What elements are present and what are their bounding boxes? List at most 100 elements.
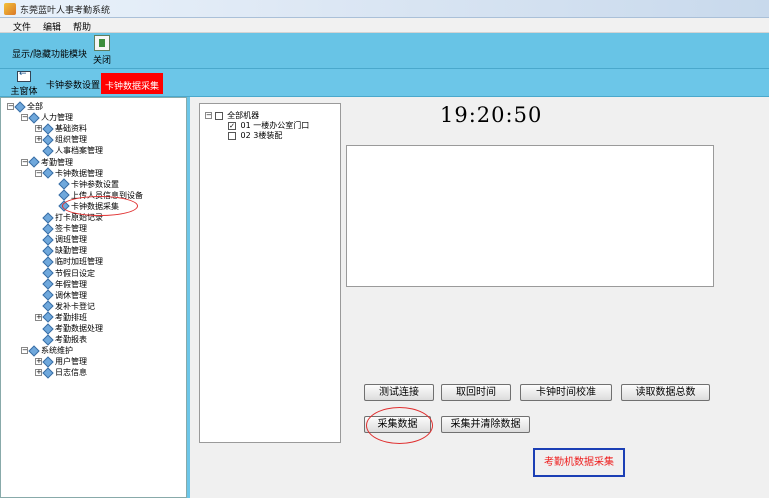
tree-item-label: 日志信息 xyxy=(55,368,87,378)
tree-item[interactable]: + 组织管理 xyxy=(35,134,87,146)
tree-item[interactable]: 签卡管理 xyxy=(35,222,87,235)
tree-item-label: 卡钟参数设置 xyxy=(71,179,119,189)
tree-item[interactable]: − 卡钟数据管理 xyxy=(35,167,103,179)
tree-node-icon xyxy=(42,211,54,224)
tree-item[interactable]: − 考勤管理 xyxy=(21,156,73,168)
tree-item-label: 缺勤管理 xyxy=(55,246,87,256)
close-button[interactable]: 关闭 xyxy=(91,35,113,67)
tree-node-icon xyxy=(42,123,54,135)
tree-item-label: 发补卡登记 xyxy=(55,301,95,311)
tree-item[interactable]: 节假日设定 xyxy=(35,267,95,279)
tree-item-label: 用户管理 xyxy=(55,357,87,367)
menu-file[interactable]: 文件 xyxy=(13,20,31,33)
tree-expander-icon[interactable]: + xyxy=(35,358,42,366)
tree-item[interactable]: + 日志信息 xyxy=(35,367,87,379)
tree-node-icon xyxy=(42,356,54,368)
tab-clock-params[interactable]: 卡钟参数设置 xyxy=(42,75,104,94)
toolbar-tabs: 主窗体 卡钟参数设置 卡钟数据采集 xyxy=(0,69,769,97)
tree-item[interactable]: − 系统维护 xyxy=(21,345,73,357)
tree-node-icon xyxy=(28,345,40,357)
clock-display: 19:20:50 xyxy=(440,103,543,127)
annotation-caption: 考勤机数据采集 xyxy=(533,448,625,477)
machine-label: 01 一楼办公室门口 xyxy=(240,121,310,130)
tree-expander-icon[interactable]: + xyxy=(35,313,42,321)
tree-expander-icon[interactable]: − xyxy=(21,347,28,355)
tree-item-label: 节假日设定 xyxy=(55,268,95,278)
tree-item[interactable]: 年假管理 xyxy=(35,278,87,290)
menu-help[interactable]: 帮助 xyxy=(73,20,91,33)
tree-node-icon xyxy=(42,245,54,257)
tree-item[interactable]: 缺勤管理 xyxy=(35,245,87,257)
tree-node-icon xyxy=(28,156,40,168)
tree-item-label: 组织管理 xyxy=(55,135,87,145)
tree-item-label: 考勤报表 xyxy=(55,335,87,345)
tree-item[interactable]: + 基础资料 xyxy=(35,123,87,135)
test-connection-button[interactable]: 测试连接 xyxy=(364,384,434,401)
tree-item[interactable]: 临时加班管理 xyxy=(35,256,103,268)
tree-item-label: 调休管理 xyxy=(55,290,87,300)
tree-expander-icon[interactable]: − xyxy=(35,169,42,177)
tree-node-icon xyxy=(42,134,54,146)
tree-node-icon xyxy=(42,367,54,379)
collect-and-clear-button[interactable]: 采集并清除数据 xyxy=(441,416,530,433)
tree-node-icon xyxy=(42,222,54,235)
tree-expander-icon[interactable]: − xyxy=(21,158,28,166)
tree-item-label: 考勤管理 xyxy=(41,157,73,167)
fetch-time-button[interactable]: 取回时间 xyxy=(441,384,511,401)
machine-checkbox[interactable] xyxy=(228,131,236,140)
machine-label: 02 3楼装配 xyxy=(240,131,283,140)
main-window-button[interactable]: 主窗体 xyxy=(10,69,38,97)
tree-item[interactable]: 考勤数据处理 xyxy=(35,322,103,335)
tab-clock-data-collect[interactable]: 卡钟数据采集 xyxy=(101,73,164,94)
tree-node-icon xyxy=(42,311,54,324)
tree-item-label: 全部 xyxy=(27,102,43,111)
tree-expander-icon[interactable]: + xyxy=(35,369,42,377)
machine-checkbox[interactable]: ✓ xyxy=(228,121,236,130)
toggle-modules-button[interactable]: 显示/隐藏功能模块 xyxy=(12,47,87,60)
machine-item[interactable]: 02 3楼装配 xyxy=(228,130,282,141)
app-icon xyxy=(4,3,16,15)
tree-item[interactable]: 调休管理 xyxy=(35,289,87,301)
tree-item[interactable]: − 人力管理 xyxy=(21,111,73,124)
menu-edit[interactable]: 编辑 xyxy=(43,20,61,33)
tree-item[interactable]: 发补卡登记 xyxy=(35,300,95,312)
close-icon xyxy=(94,35,110,51)
tree-item[interactable]: + 用户管理 xyxy=(35,356,87,368)
tree-item-label: 考勤数据处理 xyxy=(55,324,103,333)
tree-item-label: 临时加班管理 xyxy=(55,257,103,267)
tree-item[interactable]: 人事档案管理 xyxy=(35,145,103,157)
tree-item-label: 签卡管理 xyxy=(55,224,87,234)
tree-node-icon xyxy=(42,289,54,301)
tree-item-label: 基础资料 xyxy=(55,124,87,134)
read-total-button[interactable]: 读取数据总数 xyxy=(621,384,710,401)
log-output xyxy=(346,145,714,287)
tree-item[interactable]: 考勤报表 xyxy=(35,333,87,346)
tree-item-label: 系统维护 xyxy=(41,346,73,356)
title-bar: 东莞蓝叶人事考勤系统 xyxy=(0,0,769,18)
tree-node-icon xyxy=(42,256,54,268)
navigation-tree: − 全部 − 人力管理 + 基础资料 + 组织管理 人事档案管理 − 考勤管理 − 卡钟数据管理 卡钟参数… xyxy=(0,97,187,498)
tree-node-icon xyxy=(42,300,54,312)
tree-item[interactable]: + 考勤排班 xyxy=(35,311,87,324)
tree-item[interactable]: − 全部 xyxy=(7,100,43,113)
calibrate-time-button[interactable]: 卡钟时间校准 xyxy=(520,384,612,401)
tree-node-icon xyxy=(42,234,54,246)
tree-item-label: 卡钟数据管理 xyxy=(55,168,103,178)
tree-expander-icon[interactable]: + xyxy=(35,136,42,144)
close-label: 关闭 xyxy=(92,56,111,66)
tree-node-icon xyxy=(42,145,54,157)
tree-item[interactable]: 调班管理 xyxy=(35,234,87,246)
tree-node-icon xyxy=(28,111,40,124)
tree-item-label: 人事档案管理 xyxy=(55,146,103,156)
tree-node-icon xyxy=(42,167,54,179)
annotation-ellipse xyxy=(366,407,433,444)
annotation-ellipse xyxy=(62,196,138,216)
back-arrow-icon xyxy=(17,69,31,82)
tree-node-icon xyxy=(58,178,70,190)
machine-root-checkbox[interactable] xyxy=(214,111,223,120)
machine-root-label: 全部机器 xyxy=(227,111,260,120)
tree-node-icon xyxy=(42,278,54,290)
toolbar-top: 显示/隐藏功能模块 关闭 xyxy=(0,33,769,69)
tree-item[interactable]: 卡钟参数设置 xyxy=(51,178,119,190)
tree-expander-icon[interactable]: + xyxy=(35,125,42,133)
